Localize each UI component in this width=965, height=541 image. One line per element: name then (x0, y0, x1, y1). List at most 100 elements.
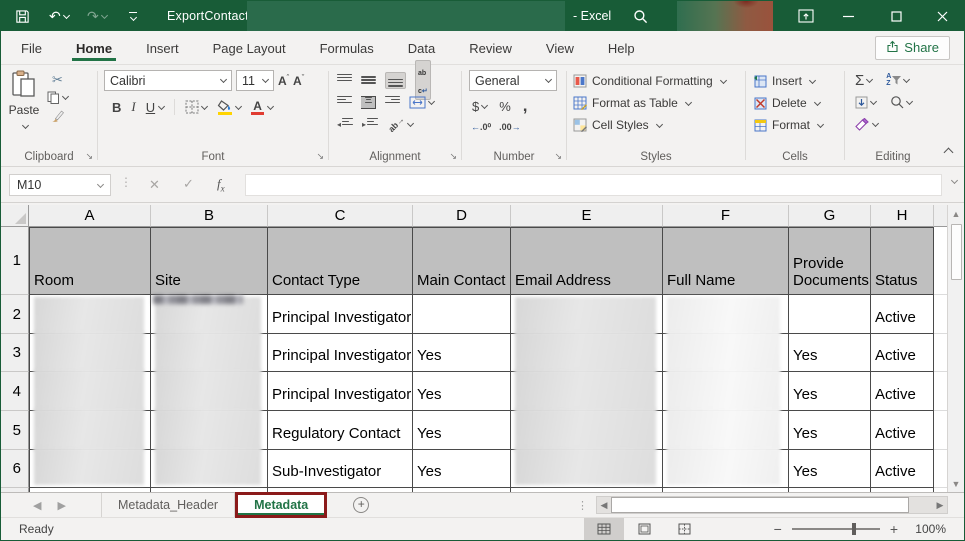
cell-B6[interactable] (151, 450, 268, 488)
comma-style-icon[interactable]: , (523, 101, 528, 111)
normal-view-icon[interactable] (584, 518, 624, 540)
merge-center-icon[interactable] (409, 96, 434, 109)
scroll-up-icon[interactable]: ▲ (948, 205, 964, 222)
cell-G6[interactable]: Yes (789, 450, 871, 488)
collapse-ribbon-icon[interactable] (944, 148, 954, 158)
cell-sliver[interactable] (934, 227, 948, 295)
cell-F6[interactable] (663, 450, 789, 488)
new-sheet-button[interactable]: + (353, 493, 369, 517)
zoom-in-icon[interactable]: + (890, 521, 898, 537)
copy-icon[interactable] (47, 91, 68, 104)
name-box-resize-handle[interactable]: ⋮ (120, 175, 132, 189)
cell-header-contact-type[interactable]: Contact Type (268, 227, 413, 295)
clear-icon[interactable] (855, 118, 878, 131)
scroll-right-icon[interactable]: ▶ (933, 500, 947, 511)
tab-insert[interactable]: Insert (144, 33, 181, 63)
row-header-4[interactable]: 4 (1, 372, 29, 411)
cell-H3[interactable]: Active (871, 334, 934, 372)
cell-D3[interactable]: Yes (413, 334, 511, 372)
bold-icon[interactable]: B (112, 100, 121, 115)
delete-cells-button[interactable]: Delete (754, 92, 844, 114)
conditional-formatting-button[interactable]: Conditional Formatting (573, 70, 745, 92)
sheet-nav-left-icon[interactable]: ◀ (33, 499, 41, 512)
increase-indent-icon[interactable]: ▸ (362, 118, 378, 131)
cell-F5[interactable] (663, 411, 789, 450)
zoom-out-icon[interactable]: − (774, 521, 782, 537)
cell-D2[interactable] (413, 295, 511, 334)
cell-D5[interactable]: Yes (413, 411, 511, 450)
accounting-format-icon[interactable]: $ (472, 99, 487, 114)
decrease-font-size-icon[interactable]: Aˇ (293, 75, 304, 87)
select-all-corner[interactable] (1, 205, 29, 227)
font-family-select[interactable]: Calibri (104, 70, 232, 91)
decrease-decimal-icon[interactable]: .00→ (499, 122, 521, 132)
tab-file[interactable]: File (19, 33, 44, 63)
percent-style-icon[interactable]: % (499, 99, 511, 114)
cell-G5[interactable]: Yes (789, 411, 871, 450)
cell-H6[interactable]: Active (871, 450, 934, 488)
page-break-preview-icon[interactable] (664, 518, 704, 540)
undo-button[interactable]: ↶ (49, 1, 69, 31)
cell-header-status[interactable]: Status (871, 227, 934, 295)
cut-icon[interactable]: ✂ (47, 73, 68, 86)
cell-H4[interactable]: Active (871, 372, 934, 411)
cell-A5[interactable] (29, 411, 151, 450)
redo-button[interactable]: ↷ (87, 1, 107, 31)
column-header-E[interactable]: E (511, 205, 663, 227)
cell-header-main-contact[interactable]: Main Contact (413, 227, 511, 295)
sheet-tab-metadata[interactable]: Metadata (238, 495, 324, 515)
decrease-indent-icon[interactable]: ◂ (337, 118, 353, 131)
quick-access-toolbar-menu[interactable] (129, 1, 137, 31)
increase-decimal-icon[interactable]: ←.0⁰ (471, 122, 491, 133)
cell-header-site[interactable]: Site (151, 227, 268, 295)
cell-G3[interactable]: Yes (789, 334, 871, 372)
format-as-table-button[interactable]: Format as Table (573, 92, 745, 114)
cell-sliver[interactable] (934, 411, 948, 450)
clipboard-dialog-launcher[interactable]: ↘ (85, 152, 93, 161)
horizontal-scroll-thumb[interactable] (611, 497, 909, 513)
tab-page-layout[interactable]: Page Layout (211, 33, 288, 63)
row-header-6[interactable]: 6 (1, 450, 29, 488)
row-header-3[interactable]: 3 (1, 334, 29, 372)
cell-F2[interactable] (663, 295, 789, 334)
cell-header-provide-documents[interactable]: Provide Documents (789, 227, 871, 295)
vertical-scroll-thumb[interactable] (951, 224, 962, 280)
cell-C3[interactable]: Principal Investigator (268, 334, 413, 372)
close-button[interactable] (927, 1, 957, 31)
cancel-icon[interactable]: ✕ (149, 178, 160, 191)
cell-G2[interactable] (789, 295, 871, 334)
tabbar-resize-handle[interactable]: ⋮ (577, 493, 588, 517)
fill-color-icon[interactable] (217, 100, 232, 115)
align-right-icon[interactable] (385, 96, 400, 109)
cell-H5[interactable]: Active (871, 411, 934, 450)
find-select-icon[interactable] (890, 95, 912, 109)
cell-F3[interactable] (663, 334, 789, 372)
cell-A2[interactable] (29, 295, 151, 334)
italic-icon[interactable]: I (131, 99, 135, 115)
cell-sliver[interactable] (934, 372, 948, 411)
column-header-H[interactable]: H (871, 205, 934, 227)
cell-sliver[interactable] (934, 295, 948, 334)
zoom-slider[interactable] (792, 528, 880, 530)
row-header-2[interactable]: 2 (1, 295, 29, 334)
tab-home[interactable]: Home (74, 33, 114, 63)
ribbon-display-options-icon[interactable] (791, 1, 821, 31)
cell-E5[interactable] (511, 411, 663, 450)
sheet-nav-right-icon[interactable]: ▶ (57, 499, 65, 512)
font-color-icon[interactable]: A (251, 100, 264, 115)
format-painter-icon[interactable] (47, 109, 68, 122)
font-size-select[interactable]: 11 (236, 70, 274, 91)
cell-F4[interactable] (663, 372, 789, 411)
tab-formulas[interactable]: Formulas (318, 33, 376, 63)
vertical-scrollbar[interactable]: ▲ ▼ (947, 205, 964, 492)
tab-help[interactable]: Help (606, 33, 637, 63)
horizontal-scrollbar[interactable]: ◀ ▶ (596, 496, 948, 514)
cell-C6[interactable]: Sub-Investigator (268, 450, 413, 488)
column-header-C[interactable]: C (268, 205, 413, 227)
insert-cells-button[interactable]: Insert (754, 70, 844, 92)
cell-B2[interactable] (151, 295, 268, 334)
wrap-text-icon[interactable]: abc↵ (415, 60, 431, 100)
minimize-button[interactable] (833, 1, 863, 31)
alignment-dialog-launcher[interactable]: ↘ (449, 152, 457, 161)
column-header-F[interactable]: F (663, 205, 789, 227)
